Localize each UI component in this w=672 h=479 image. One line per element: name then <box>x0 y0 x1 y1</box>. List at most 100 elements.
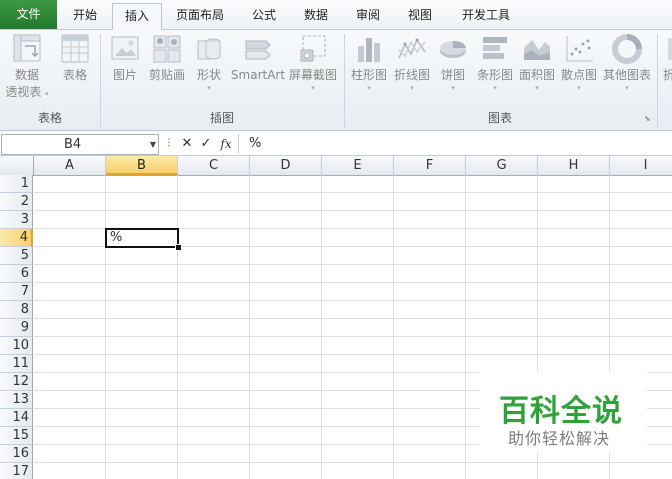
row-header-5[interactable]: 5 <box>0 247 33 265</box>
fill-handle[interactable] <box>175 244 182 251</box>
column-header-b[interactable]: B <box>106 156 178 175</box>
scatter-chart-button[interactable]: 散点图 ▾ <box>559 32 599 92</box>
chevron-down-icon: ▾ <box>45 90 49 98</box>
select-all-corner[interactable] <box>0 156 34 175</box>
cancel-button[interactable]: ✕ <box>180 134 194 154</box>
name-box-value: B4 <box>64 137 82 152</box>
tab-view[interactable]: 视图 <box>398 3 442 28</box>
tab-formulas[interactable]: 公式 <box>242 3 286 28</box>
row-header-11[interactable]: 11 <box>0 355 33 373</box>
row-header-8[interactable]: 8 <box>0 301 33 319</box>
pivot-table-label-2: 透视表 ▾ <box>4 84 50 102</box>
row-header-15[interactable]: 15 <box>0 427 33 445</box>
gridline-horizontal <box>34 318 672 319</box>
tab-file[interactable]: 文件 <box>0 0 57 29</box>
row-header-1[interactable]: 1 <box>0 175 33 193</box>
name-box[interactable]: B4 ▼ <box>1 134 159 155</box>
chevron-down-icon: ▾ <box>535 84 539 92</box>
column-header-i[interactable]: I <box>610 156 672 175</box>
tab-insert[interactable]: 插入 <box>112 3 162 30</box>
watermark-subtitle: 助你轻松解决 <box>508 429 611 448</box>
gridline-horizontal <box>34 336 672 337</box>
row-header-3[interactable]: 3 <box>0 211 33 229</box>
pie-chart-button[interactable]: 饼图 ▾ <box>435 32 471 92</box>
row-header-14[interactable]: 14 <box>0 409 33 427</box>
column-chart-button[interactable]: 柱形图 ▾ <box>348 32 390 92</box>
bar-chart-icon <box>483 37 507 59</box>
row-header-16[interactable]: 16 <box>0 445 33 463</box>
other-charts-button[interactable]: 其他图表 ▾ <box>601 32 653 92</box>
partial-icon <box>668 38 672 60</box>
row-header-17[interactable]: 17 <box>0 463 33 479</box>
tab-home[interactable]: 开始 <box>61 3 109 28</box>
gridline-vertical <box>465 175 466 479</box>
ribbon-tab-bar: 文件 开始 插入 页面布局 公式 数据 审阅 视图 开发工具 <box>0 0 672 30</box>
smartart-button[interactable]: SmartArt <box>230 32 286 84</box>
tab-data[interactable]: 数据 <box>294 3 338 28</box>
screenshot-icon <box>300 35 326 62</box>
line-chart-label: 折线图 <box>393 68 430 82</box>
pie-chart-label: 饼图 <box>440 68 465 82</box>
column-header-f[interactable]: F <box>394 156 466 175</box>
dialog-launcher-icon[interactable]: ⬊ <box>644 114 651 123</box>
column-header-g[interactable]: G <box>466 156 538 175</box>
gridline-horizontal <box>34 264 672 265</box>
chevron-down-icon: ▾ <box>367 84 371 92</box>
screenshot-button[interactable]: 屏幕截图 ▾ <box>288 32 338 92</box>
pivot-table-label-text: 透视表 <box>5 85 42 99</box>
active-cell[interactable]: % <box>105 228 179 248</box>
bar-chart-button[interactable]: 条形图 ▾ <box>474 32 516 92</box>
picture-button[interactable]: 图片 <box>106 32 144 84</box>
formula-bar-grip-icon[interactable]: ⁝ <box>160 134 178 154</box>
row-header-4[interactable]: 4 <box>0 229 33 247</box>
clipart-button[interactable]: 剪贴画 <box>146 32 188 84</box>
tab-page-layout[interactable]: 页面布局 <box>166 3 234 28</box>
bar-chart-label: 条形图 <box>476 68 513 82</box>
column-header-d[interactable]: D <box>250 156 322 175</box>
ribbon-insert-panel: 数据 透视表 ▾ 表格 表格 图片 剪贴画 形状 ▾ SmartArt 屏幕截图… <box>0 30 672 131</box>
chevron-down-icon: ▾ <box>577 84 581 92</box>
column-header-c[interactable]: C <box>178 156 250 175</box>
pivot-table-button[interactable]: 数据 透视表 ▾ <box>4 32 50 102</box>
row-header-13[interactable]: 13 <box>0 391 33 409</box>
row-header-2[interactable]: 2 <box>0 193 33 211</box>
row-header-6[interactable]: 6 <box>0 265 33 283</box>
line-chart-button[interactable]: 折线图 ▾ <box>391 32 433 92</box>
picture-label: 图片 <box>112 68 137 82</box>
row-header-7[interactable]: 7 <box>0 283 33 301</box>
watermark-title: 百科全说 <box>499 394 623 429</box>
picture-icon <box>111 36 139 60</box>
column-header-e[interactable]: E <box>322 156 394 175</box>
next-group-label: 折 <box>662 68 672 82</box>
pivot-table-icon <box>13 34 41 62</box>
gridline-vertical <box>393 175 394 479</box>
table-label: 表格 <box>62 68 87 82</box>
tab-developer[interactable]: 开发工具 <box>450 3 522 28</box>
scatter-chart-label: 散点图 <box>560 68 597 82</box>
table-button[interactable]: 表格 <box>56 32 94 84</box>
row-header-9[interactable]: 9 <box>0 319 33 337</box>
shapes-button[interactable]: 形状 ▾ <box>192 32 226 92</box>
chevron-down-icon[interactable]: ▼ <box>150 135 156 154</box>
chevron-down-icon: ▾ <box>451 84 455 92</box>
row-header-10[interactable]: 10 <box>0 337 33 355</box>
chevron-down-icon: ▾ <box>207 84 211 92</box>
shapes-icon <box>197 38 221 60</box>
line-chart-icon <box>398 38 426 59</box>
next-group-button[interactable]: 折 <box>662 32 672 84</box>
insert-function-button[interactable]: fx <box>217 134 235 154</box>
area-chart-button[interactable]: 面积图 ▾ <box>517 32 557 92</box>
gridline-vertical <box>105 175 106 479</box>
enter-button[interactable]: ✓ <box>198 134 214 154</box>
area-chart-icon <box>524 40 550 60</box>
column-header-a[interactable]: A <box>34 156 106 175</box>
column-header-h[interactable]: H <box>538 156 610 175</box>
row-header-12[interactable]: 12 <box>0 373 33 391</box>
gridline-horizontal <box>34 300 672 301</box>
chevron-down-icon: ▾ <box>625 84 629 92</box>
gridline-horizontal <box>34 462 672 463</box>
formula-input[interactable]: % <box>238 134 670 153</box>
tab-review[interactable]: 审阅 <box>346 3 390 28</box>
chevron-down-icon: ▾ <box>410 84 414 92</box>
gridline-vertical <box>321 175 322 479</box>
